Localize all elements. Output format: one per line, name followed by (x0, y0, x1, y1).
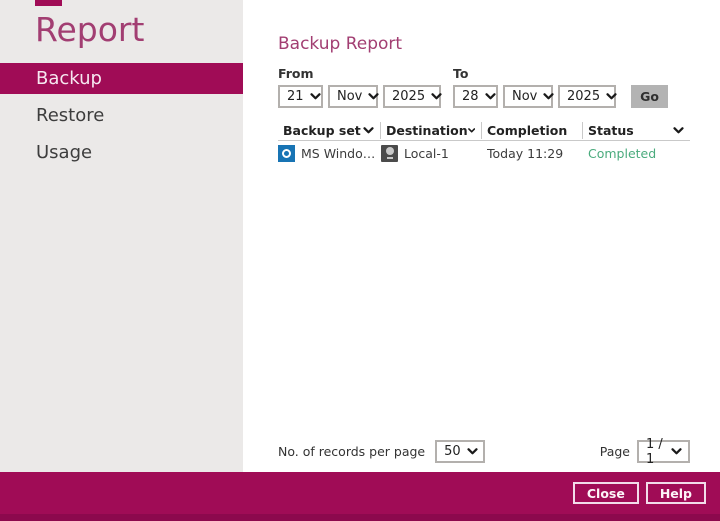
to-year-select[interactable]: 2025 (558, 85, 617, 108)
sidebar-item-backup[interactable]: Backup (0, 63, 243, 94)
footer-bottom-strip (0, 514, 720, 521)
column-label: Status (588, 122, 634, 138)
from-year-select[interactable]: 2025 (383, 85, 442, 108)
completion-time: Today 11:29 (487, 145, 564, 161)
sidebar-item-label: Usage (36, 142, 93, 163)
local-disk-icon (381, 144, 398, 162)
from-month-select[interactable]: Nov (328, 85, 379, 108)
from-year-value: 2025 (392, 89, 426, 104)
column-label: Destination (386, 122, 468, 138)
pagination-bar: No. of records per page 50 Page 1 / 1 (278, 437, 690, 467)
section-heading: Backup Report (278, 34, 403, 54)
cell-destination: Local-1 (381, 144, 482, 162)
from-group: From 21 Nov 2025 (278, 66, 442, 108)
from-day-value: 21 (287, 89, 304, 104)
to-day-value: 28 (462, 89, 479, 104)
footer-actions: Close Help (0, 472, 720, 514)
help-button[interactable]: Help (645, 482, 706, 504)
chevron-down-icon (363, 126, 374, 133)
backup-report-table: Backup set Destination Completion Status (278, 120, 690, 165)
to-day-select[interactable]: 28 (453, 85, 498, 108)
chevron-down-icon (673, 126, 684, 133)
sidebar-menu: Backup Restore Usage (0, 63, 243, 168)
page-label: Page (599, 444, 630, 459)
column-header-destination[interactable]: Destination (381, 121, 482, 139)
to-label: To (453, 66, 469, 81)
chevron-down-icon (467, 127, 475, 133)
to-year-value: 2025 (567, 89, 601, 104)
page-select-group: Page 1 / 1 (599, 437, 690, 467)
from-day-select[interactable]: 21 (278, 85, 323, 108)
main-panel: Backup Report From 21 Nov 2025 To 28 Nov… (243, 0, 720, 472)
report-window: Report Backup Restore Usage Backup Repor… (0, 0, 720, 521)
close-button[interactable]: Close (572, 482, 639, 504)
chevron-down-icon (484, 93, 496, 100)
column-label: Completion (487, 122, 568, 138)
sidebar: Report Backup Restore Usage (0, 0, 243, 472)
status-badge: Completed (588, 145, 657, 161)
destination-name: Local-1 (404, 145, 449, 161)
chevron-down-icon (368, 93, 379, 100)
chevron-down-icon (671, 448, 682, 455)
logo-mark (35, 0, 62, 6)
records-per-page-label: No. of records per page (278, 444, 426, 459)
page-value: 1 / 1 (646, 436, 663, 467)
column-header-status[interactable]: Status (583, 122, 690, 139)
records-per-page-select[interactable]: 50 (435, 440, 486, 463)
table-header-row: Backup set Destination Completion Status (278, 120, 690, 141)
to-month-select[interactable]: Nov (503, 85, 554, 108)
chevron-down-icon (606, 93, 617, 100)
date-filter: From 21 Nov 2025 To 28 Nov 2025 Go (278, 66, 690, 108)
table-row[interactable]: MS Windows S... Local-1 Today 11:29 Comp… (278, 141, 690, 165)
sidebar-item-label: Restore (36, 105, 105, 126)
go-button[interactable]: Go (631, 85, 668, 108)
chevron-down-icon (543, 93, 554, 100)
from-label: From (278, 66, 314, 81)
sidebar-item-label: Backup (36, 68, 102, 89)
sidebar-item-restore[interactable]: Restore (0, 100, 243, 131)
cell-backup-set: MS Windows S... (278, 144, 381, 162)
sidebar-item-usage[interactable]: Usage (0, 137, 243, 168)
cell-status: Completed (583, 146, 690, 161)
page-title: Report (35, 10, 145, 49)
column-label: Backup set (283, 122, 361, 138)
column-header-backup-set[interactable]: Backup set (278, 121, 381, 139)
footer-bar: Close Help (0, 472, 720, 521)
page-select[interactable]: 1 / 1 (637, 437, 690, 467)
chevron-down-icon (431, 93, 442, 100)
backup-set-name: MS Windows S... (301, 145, 381, 161)
column-header-completion[interactable]: Completion (482, 121, 583, 139)
cell-completion: Today 11:29 (482, 146, 583, 161)
to-month-value: Nov (512, 89, 538, 104)
records-per-page-value: 50 (444, 444, 461, 459)
chevron-down-icon (467, 448, 478, 455)
records-per-page-group: No. of records per page 50 (278, 440, 486, 463)
from-month-value: Nov (337, 89, 363, 104)
to-group: To 28 Nov 2025 (453, 66, 617, 108)
windows-system-backup-icon (278, 144, 295, 162)
chevron-down-icon (309, 93, 321, 100)
